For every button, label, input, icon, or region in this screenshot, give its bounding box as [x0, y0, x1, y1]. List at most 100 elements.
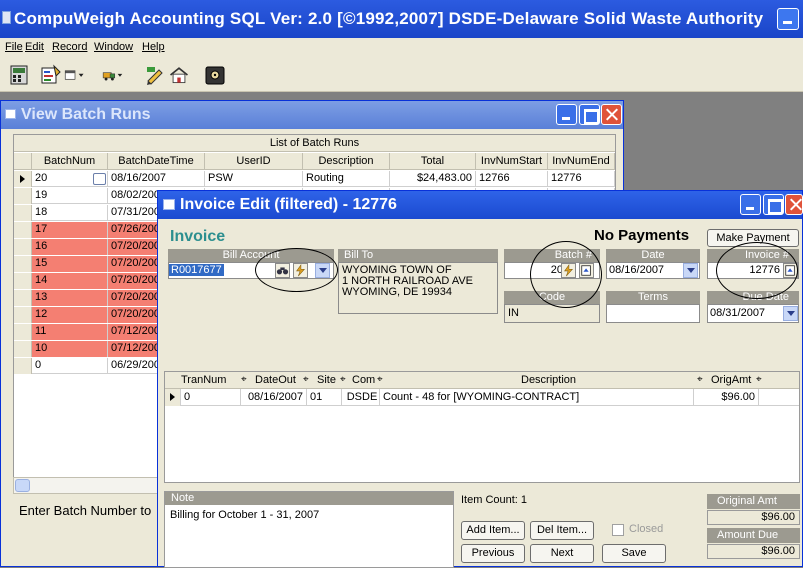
detail-description[interactable]: Count - 48 for [WYOMING-CONTRACT] [380, 389, 694, 406]
col-header-batchdatetime[interactable]: BatchDateTime [108, 153, 205, 170]
row-indicator[interactable] [14, 171, 32, 187]
menu-window[interactable]: Window [94, 41, 133, 53]
row-indicator[interactable] [14, 205, 32, 221]
batch-cell-num[interactable]: 15 [32, 256, 108, 272]
date-value: 08/16/2007 [609, 264, 665, 276]
pin-icon[interactable]: ⌖ [340, 372, 352, 389]
detail-col-origamt[interactable]: OrigAmt [711, 372, 761, 389]
amount-due-value: $96.00 [707, 544, 800, 559]
invoice-zoom-icon[interactable] [783, 263, 798, 278]
app-system-icon[interactable] [2, 11, 11, 24]
row-edit-checkbox[interactable] [93, 173, 106, 185]
batch-cell-num[interactable]: 16 [32, 239, 108, 255]
pencil-icon[interactable] [144, 64, 166, 86]
col-header-userid[interactable]: UserID [205, 153, 303, 170]
binoculars-icon[interactable] [275, 263, 290, 278]
batch-row[interactable]: 20 08/16/2007 PSW Routing $24,483.00 12766 127… [14, 171, 615, 187]
invoice-minimize-button[interactable] [740, 194, 761, 215]
batch-cell-num[interactable]: 14 [32, 273, 108, 289]
original-amount-label: Original Amt [707, 494, 800, 509]
pin-icon[interactable]: ⌖ [697, 372, 709, 389]
menu-record[interactable]: Record [52, 41, 87, 53]
batch-close-button[interactable] [601, 104, 622, 125]
add-item-button[interactable]: Add Item... [461, 521, 525, 540]
batch-cell-num[interactable]: 0 [32, 358, 108, 374]
app-minimize-button[interactable] [777, 8, 799, 30]
bill-to-label: Bill To [338, 249, 498, 262]
detail-trannum[interactable]: 0 [181, 389, 241, 406]
batch-cell-num[interactable]: 18 [32, 205, 108, 221]
col-header-invnumstart[interactable]: InvNumStart [476, 153, 548, 170]
row-indicator[interactable] [14, 324, 32, 340]
detail-col-description[interactable]: Description [521, 372, 601, 389]
detail-row[interactable]: 0 08/16/2007 01 DSDE Count - 48 for [WYO… [165, 389, 799, 406]
batch-cell-total[interactable]: $24,483.00 [390, 171, 476, 187]
lookup-lightning-icon[interactable] [293, 263, 308, 278]
menu-help[interactable]: Help [142, 41, 165, 53]
truck-dropdown-icon[interactable] [102, 64, 140, 86]
batch-minimize-button[interactable] [556, 104, 577, 125]
col-header-description[interactable]: Description [303, 153, 390, 170]
col-header-invnumend[interactable]: InvNumEnd [548, 153, 615, 170]
batch-cell-start[interactable]: 12766 [476, 171, 548, 187]
row-indicator[interactable] [14, 341, 32, 357]
invoice-close-button[interactable] [785, 194, 803, 215]
detail-site[interactable]: 01 [307, 389, 342, 406]
menu-file[interactable]: File [5, 41, 23, 53]
save-button[interactable]: Save [602, 544, 666, 563]
make-payment-button[interactable]: Make Payment [707, 229, 799, 247]
safe-icon[interactable] [204, 64, 226, 86]
detail-col-trannum[interactable]: TranNum [181, 372, 241, 389]
row-indicator[interactable] [14, 222, 32, 238]
row-indicator[interactable] [14, 256, 32, 272]
batch-cell-num[interactable]: 13 [32, 290, 108, 306]
batch-cell-desc[interactable]: Routing [303, 171, 390, 187]
batch-lookup-icon[interactable] [561, 263, 576, 278]
row-indicator[interactable] [14, 188, 32, 204]
batch-cell-num[interactable]: 12 [32, 307, 108, 323]
pin-icon[interactable]: ⌖ [241, 372, 255, 389]
note-box[interactable]: Note Billing for October 1 - 31, 2007 [164, 491, 454, 568]
batch-cell-end[interactable]: 12776 [548, 171, 615, 187]
closed-checkbox[interactable] [612, 524, 624, 536]
row-indicator[interactable] [14, 307, 32, 323]
col-header-batchnum[interactable]: BatchNum [32, 153, 108, 170]
menu-edit[interactable]: Edit [25, 41, 44, 53]
detail-origamt[interactable]: $96.00 [694, 389, 759, 406]
batch-cell-user[interactable]: PSW [205, 171, 303, 187]
del-item-button[interactable]: Del Item... [530, 521, 594, 540]
row-indicator[interactable] [14, 290, 32, 306]
batch-maximize-button[interactable] [579, 104, 600, 125]
report-icon[interactable] [40, 64, 62, 86]
window-dropdown-icon[interactable] [64, 64, 100, 86]
detail-com[interactable]: DSDE [342, 389, 380, 406]
calculator-icon[interactable] [8, 64, 30, 86]
row-indicator[interactable] [14, 358, 32, 374]
row-indicator[interactable] [14, 273, 32, 289]
batch-cell-num[interactable]: 11 [32, 324, 108, 340]
batch-cell-num[interactable]: 19 [32, 188, 108, 204]
detail-dateout[interactable]: 08/16/2007 [241, 389, 307, 406]
terms-field[interactable] [606, 304, 700, 323]
pin-icon[interactable]: ⌖ [377, 372, 389, 389]
pin-icon[interactable]: ⌖ [303, 372, 315, 389]
bill-account-dropdown-button[interactable] [315, 263, 330, 278]
row-indicator[interactable] [14, 239, 32, 255]
invoice-window-icon[interactable] [163, 199, 175, 210]
batch-zoom-icon[interactable] [579, 263, 594, 278]
scroll-left-button[interactable] [15, 479, 30, 492]
invoice-maximize-button[interactable] [763, 194, 784, 215]
batch-cell-date[interactable]: 08/16/2007 [108, 171, 205, 187]
col-header-total[interactable]: Total [390, 153, 476, 170]
date-dropdown-button[interactable] [683, 263, 698, 278]
bill-account-field[interactable]: R0017677 [168, 262, 334, 279]
batch-cell-num[interactable]: 17 [32, 222, 108, 238]
next-button[interactable]: Next [530, 544, 594, 563]
batch-window-icon[interactable] [5, 109, 16, 119]
pin-icon[interactable]: ⌖ [756, 372, 768, 389]
horizontal-scrollbar[interactable] [13, 477, 173, 494]
batch-cell-num[interactable]: 10 [32, 341, 108, 357]
previous-button[interactable]: Previous [461, 544, 525, 563]
house-icon[interactable] [168, 64, 194, 86]
due-date-dropdown-button[interactable] [783, 306, 798, 321]
